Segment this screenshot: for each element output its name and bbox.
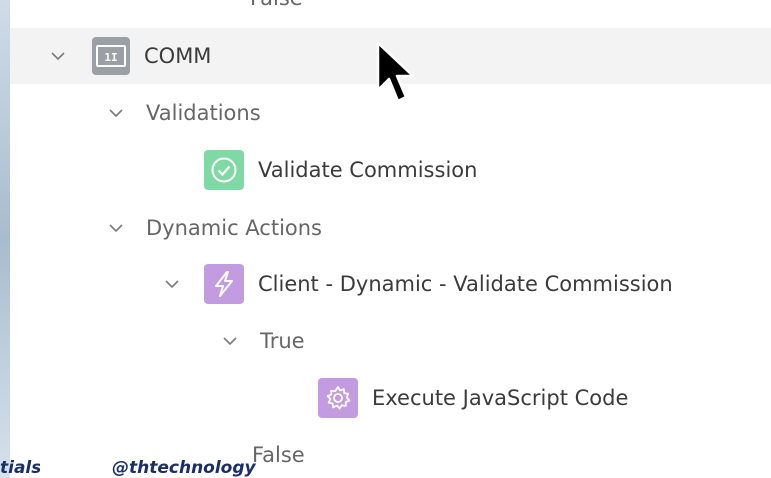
chevron-down-icon[interactable]: [220, 331, 240, 351]
chevron-down-icon[interactable]: [162, 274, 182, 294]
check-circle-icon: [204, 150, 244, 190]
tree-node-label: False: [252, 443, 305, 467]
tree-node-label: COMM: [144, 44, 212, 68]
tree-node-dynamic-actions[interactable]: Dynamic Actions: [10, 205, 771, 251]
lightning-icon: [204, 264, 244, 304]
background-edge: [0, 0, 10, 478]
tree-node-label: False: [250, 0, 303, 10]
gear-icon: [318, 378, 358, 418]
tree-node-label: True: [260, 329, 305, 353]
tree-node-false-top[interactable]: False: [250, 0, 771, 10]
chevron-down-icon[interactable]: [106, 218, 126, 238]
tree-node-validation[interactable]: Validate Commission: [10, 146, 771, 194]
tree-node-label: Validations: [146, 101, 261, 125]
svg-text:1I: 1I: [104, 51, 117, 64]
chevron-down-icon[interactable]: [106, 103, 126, 123]
footer-handle-text: @thtechnology: [112, 458, 256, 478]
tree-node-action[interactable]: Execute JavaScript Code: [10, 374, 771, 422]
tree-node-dynamic-action[interactable]: Client - Dynamic - Validate Commission: [10, 260, 771, 308]
tree-node-label: Client - Dynamic - Validate Commission: [258, 272, 673, 296]
footer-left-text: tials: [0, 458, 40, 478]
mouse-cursor-icon: [376, 41, 415, 103]
tree-node-label: Dynamic Actions: [146, 216, 322, 240]
tree-node-true[interactable]: True: [10, 318, 771, 364]
tree-node-label: Validate Commission: [258, 158, 478, 182]
page-item-icon: 1I: [92, 37, 130, 75]
chevron-down-icon[interactable]: [48, 46, 68, 66]
tree-node-label: Execute JavaScript Code: [372, 386, 629, 410]
